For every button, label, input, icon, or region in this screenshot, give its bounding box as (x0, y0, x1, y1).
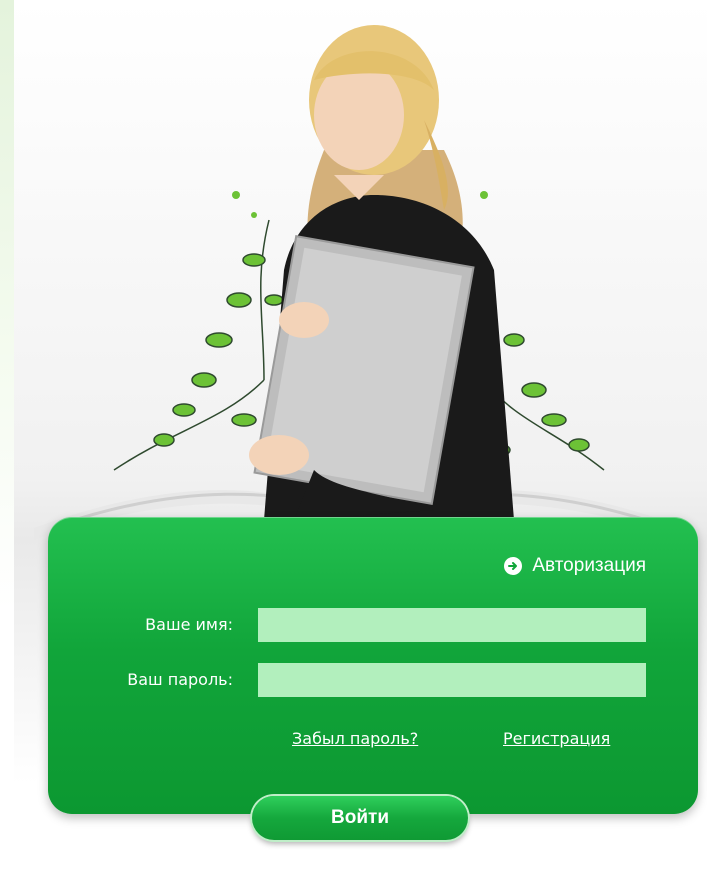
hero-illustration (34, 25, 686, 540)
arrow-circle-right-icon (504, 557, 523, 575)
name-input[interactable] (258, 608, 646, 642)
register-link[interactable]: Регистрация (503, 729, 610, 748)
login-title: Авторизация (504, 555, 646, 577)
login-form: Авторизация Ваше имя: Ваш пароль: Забыл … (48, 517, 698, 814)
login-page: Авторизация Ваше имя: Ваш пароль: Забыл … (14, 0, 707, 871)
login-button[interactable]: Войти (252, 796, 468, 840)
forgot-password-link[interactable]: Забыл пароль? (292, 729, 418, 748)
password-input[interactable] (258, 663, 646, 697)
name-label: Ваше имя: (145, 615, 233, 634)
password-label: Ваш пароль: (127, 670, 233, 689)
login-title-text: Авторизация (532, 555, 646, 576)
